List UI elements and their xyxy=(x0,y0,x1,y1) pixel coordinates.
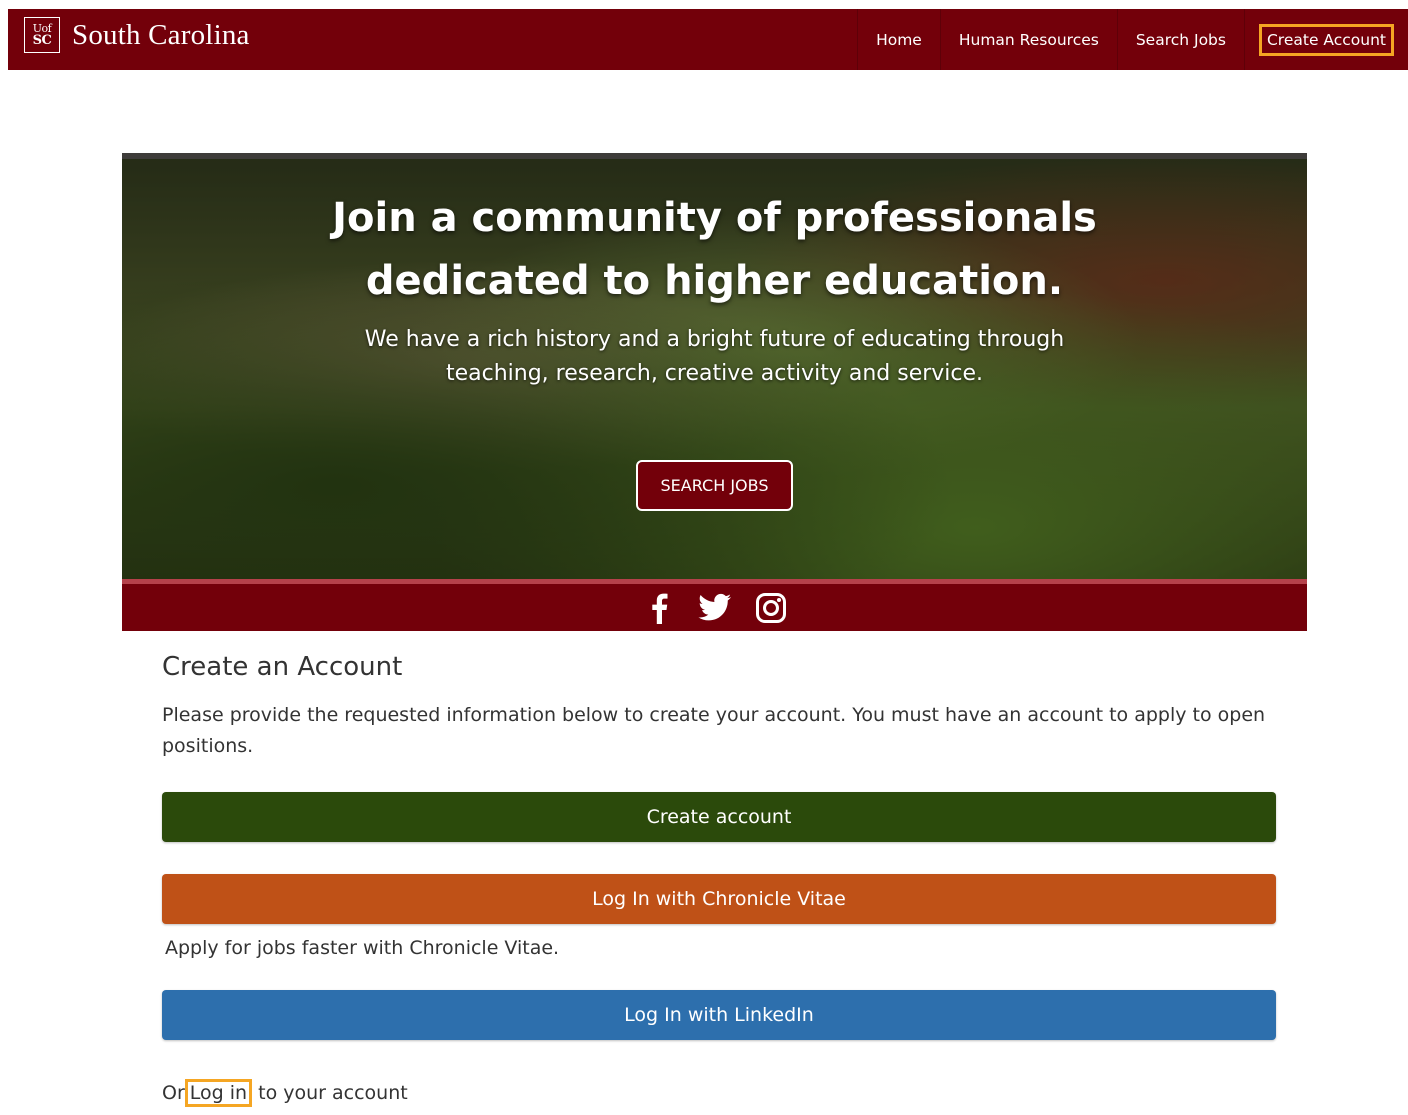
nav-create-account[interactable]: Create Account xyxy=(1243,9,1408,70)
hero-title: Join a community of professionals dedica… xyxy=(122,187,1307,313)
page-description: Please provide the requested information… xyxy=(162,704,1266,757)
hero-title-line-2: dedicated to higher education. xyxy=(365,258,1064,304)
logo-bottom-text: SC xyxy=(32,33,52,48)
brand-name: South Carolina xyxy=(72,18,250,51)
create-account-button[interactable]: Create account xyxy=(162,792,1276,842)
facebook-icon[interactable] xyxy=(642,591,676,625)
login-prompt: Or Log in to your account xyxy=(162,1079,408,1107)
chronicle-vitae-note: Apply for jobs faster with Chronicle Vit… xyxy=(165,937,560,959)
hero-banner: Join a community of professionals dedica… xyxy=(122,153,1307,579)
social-bar xyxy=(122,579,1307,631)
brand[interactable]: Uof SC South Carolina xyxy=(24,15,250,55)
search-jobs-button[interactable]: SEARCH JOBS xyxy=(636,460,793,511)
chronicle-vitae-login-button[interactable]: Log In with Chronicle Vitae xyxy=(162,874,1276,924)
page-title: Create an Account xyxy=(162,652,403,682)
main-nav: Home Human Resources Search Jobs Create … xyxy=(857,9,1408,70)
nav-home[interactable]: Home xyxy=(857,9,940,70)
nav-create-account-label: Create Account xyxy=(1258,23,1394,56)
instagram-icon[interactable] xyxy=(754,591,788,625)
university-logo: Uof SC xyxy=(24,17,60,53)
login-prefix: Or xyxy=(162,1082,185,1104)
hero-subtitle: We have a rich history and a bright futu… xyxy=(364,327,1065,386)
top-navigation-bar: Uof SC South Carolina Home Human Resourc… xyxy=(8,9,1408,70)
login-suffix: to your account xyxy=(252,1082,408,1104)
twitter-icon[interactable] xyxy=(697,591,732,625)
hero-title-line-1: Join a community of professionals xyxy=(332,195,1097,241)
nav-human-resources[interactable]: Human Resources xyxy=(939,9,1117,70)
nav-search-jobs[interactable]: Search Jobs xyxy=(1116,9,1244,70)
login-link[interactable]: Log in xyxy=(184,1079,253,1107)
linkedin-login-button[interactable]: Log In with LinkedIn xyxy=(162,990,1276,1040)
